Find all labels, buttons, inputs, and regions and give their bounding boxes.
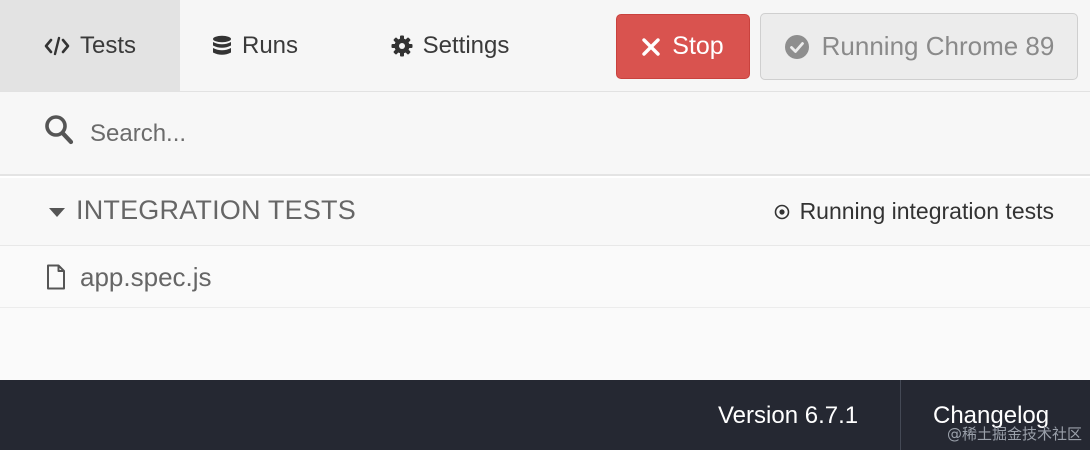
database-icon <box>212 35 232 57</box>
tab-tests[interactable]: Tests <box>0 0 180 91</box>
code-icon <box>44 36 70 56</box>
tab-settings[interactable]: Settings <box>340 0 560 91</box>
close-icon <box>642 37 660 56</box>
watermark: @稀土掘金技术社区 <box>946 425 1082 443</box>
top-nav: Tests Runs Settings Stop Running Chrome … <box>0 0 1090 92</box>
tab-settings-label: Settings <box>422 31 510 59</box>
tab-tests-label: Tests <box>79 31 136 59</box>
search-icon <box>44 114 74 146</box>
browser-status-button: Running Chrome 89 <box>760 13 1078 80</box>
file-icon <box>46 264 66 290</box>
gear-icon <box>391 35 413 57</box>
browser-status-label: Running Chrome 89 <box>821 31 1055 61</box>
spec-file-row[interactable]: app.spec.js <box>0 246 1090 308</box>
search-bar <box>0 92 1090 176</box>
caret-down-icon[interactable] <box>49 208 65 217</box>
footer-divider <box>900 380 901 450</box>
footer: Version 6.7.1 Changelog @稀土掘金技术社区 <box>0 380 1090 450</box>
dot-circle-icon <box>774 204 790 220</box>
search-input[interactable] <box>82 110 982 158</box>
list-empty-space <box>0 308 1090 380</box>
stop-button-label: Stop <box>672 32 724 60</box>
spec-file-name: app.spec.js <box>80 262 212 292</box>
integration-tests-group[interactable]: INTEGRATION TESTS Running integration te… <box>0 178 1090 246</box>
tab-runs[interactable]: Runs <box>180 0 330 91</box>
version-label: Version 6.7.1 <box>718 402 859 429</box>
stop-button[interactable]: Stop <box>616 14 750 79</box>
group-status: Running integration tests <box>774 198 1054 225</box>
group-status-label: Running integration tests <box>799 198 1054 224</box>
tab-runs-label: Runs <box>241 31 299 59</box>
group-title: INTEGRATION TESTS <box>76 195 356 225</box>
check-circle-icon <box>784 34 810 60</box>
